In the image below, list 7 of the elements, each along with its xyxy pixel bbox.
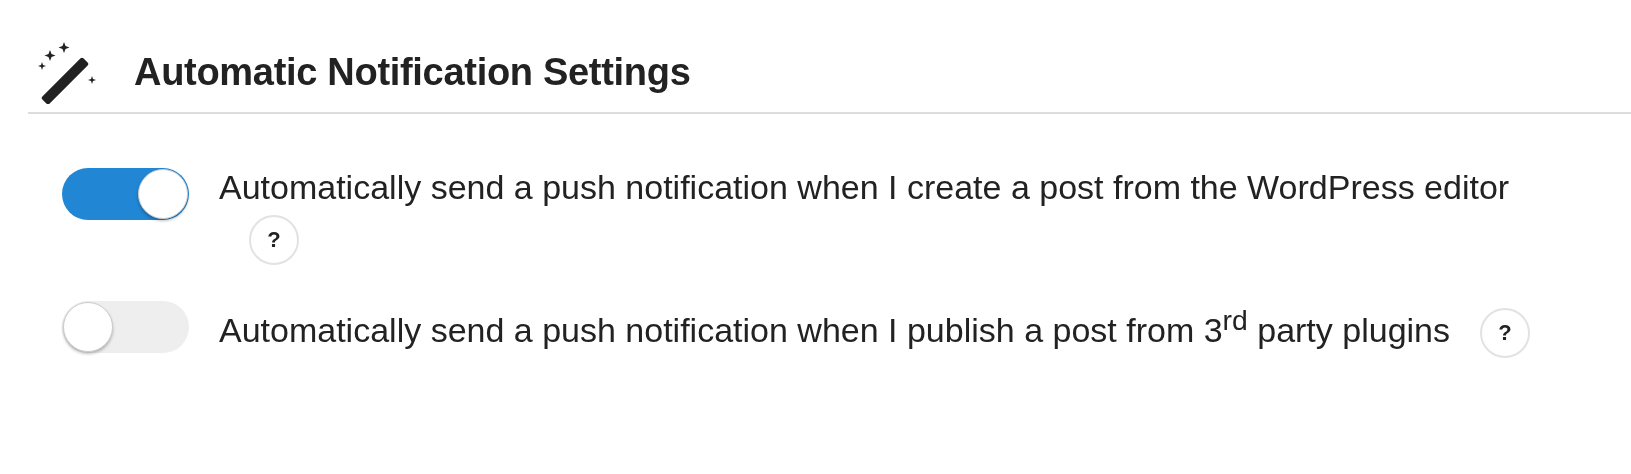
help-button[interactable]: ? <box>1480 308 1530 359</box>
section-title: Automatic Notification Settings <box>134 50 691 94</box>
setting-label: Automatically send a push notification when I create a post from the WordPress editor ? <box>219 162 1579 265</box>
setting-label: Automatically send a push notification when I publish a post from 3$^{rd}$ party plugins ? <box>219 295 1530 359</box>
help-button[interactable]: ? <box>249 215 299 265</box>
toggle-switch[interactable] <box>62 301 189 353</box>
toggle-switch[interactable] <box>62 168 189 220</box>
